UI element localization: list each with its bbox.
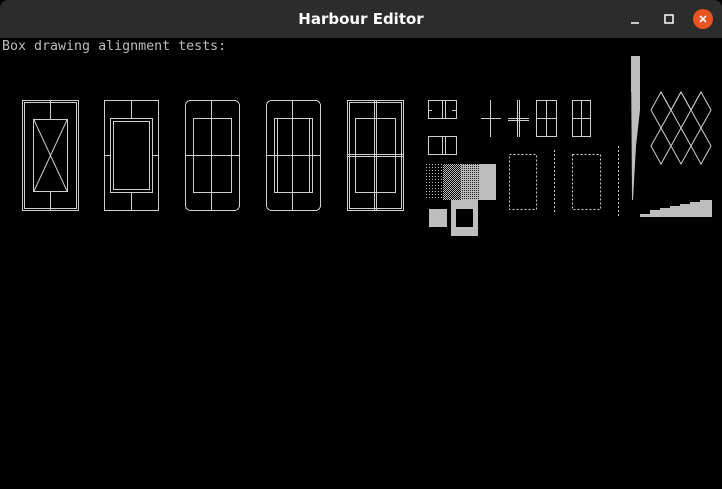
minimize-icon	[631, 22, 639, 24]
cross-symbols	[481, 100, 591, 137]
maximize-icon	[664, 14, 674, 24]
close-button[interactable]	[693, 9, 713, 29]
box-heavy-cross	[347, 100, 404, 211]
title-bar: Harbour Editor	[0, 0, 722, 38]
box-double-inner	[104, 100, 159, 211]
block-wedges	[631, 56, 712, 217]
small-grid	[428, 100, 457, 155]
terminal-area[interactable]: Box drawing alignment tests:	[0, 38, 722, 489]
box-double-x	[22, 100, 79, 211]
diamond-lattice	[650, 90, 712, 166]
box-rounded-cross	[185, 100, 240, 211]
close-icon	[699, 15, 707, 23]
box-drawing-art	[22, 56, 712, 236]
minimize-button[interactable]	[625, 9, 645, 29]
window-title: Harbour Editor	[298, 10, 424, 28]
box-rounded-double	[266, 100, 321, 211]
maximize-button[interactable]	[659, 9, 679, 29]
dashed-boxes	[509, 146, 619, 216]
shade-blocks	[425, 164, 496, 236]
